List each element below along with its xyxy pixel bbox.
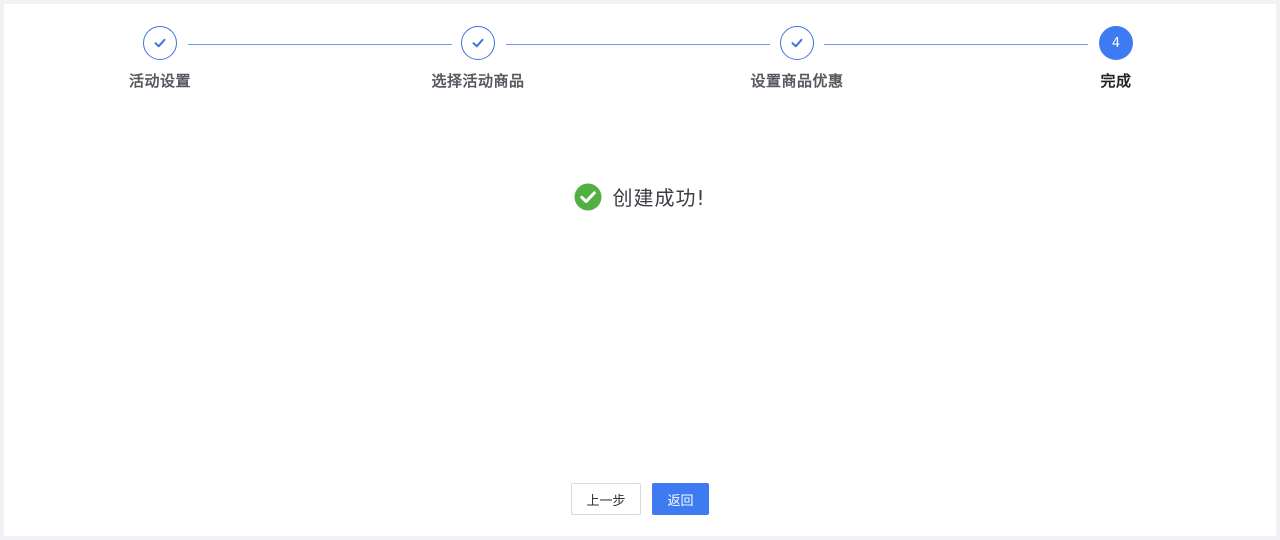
step-label: 完成: [1100, 72, 1132, 90]
step-product-discount: 设置商品优惠: [717, 26, 877, 91]
step-activity-settings: 活动设置: [80, 26, 240, 91]
check-icon: [791, 38, 803, 48]
check-icon: [154, 38, 166, 48]
back-button[interactable]: 返回: [652, 483, 709, 515]
result-message: 创建成功!: [4, 182, 1276, 211]
action-bar: 上一步 返回: [4, 483, 1276, 515]
check-icon: [472, 38, 484, 48]
step-number-circle: 4: [1099, 26, 1133, 60]
step-select-products: 选择活动商品: [398, 26, 558, 91]
step-progress: 活动设置 选择活动商品 设置商品优惠 4 完成: [4, 4, 1276, 114]
previous-step-button[interactable]: 上一步: [571, 483, 641, 515]
step-done-circle: [461, 26, 495, 60]
step-label: 设置商品优惠: [750, 72, 844, 90]
content-card: 活动设置 选择活动商品 设置商品优惠 4 完成 创建成功! 上一步 返回: [4, 4, 1276, 536]
success-check-circle-icon: [574, 183, 602, 210]
success-text: 创建成功!: [612, 186, 706, 210]
step-done-circle: [143, 26, 177, 60]
step-done-circle: [780, 26, 814, 60]
step-label: 活动设置: [128, 72, 191, 90]
step-complete: 4 完成: [1036, 26, 1196, 91]
step-label: 选择活动商品: [431, 72, 525, 90]
